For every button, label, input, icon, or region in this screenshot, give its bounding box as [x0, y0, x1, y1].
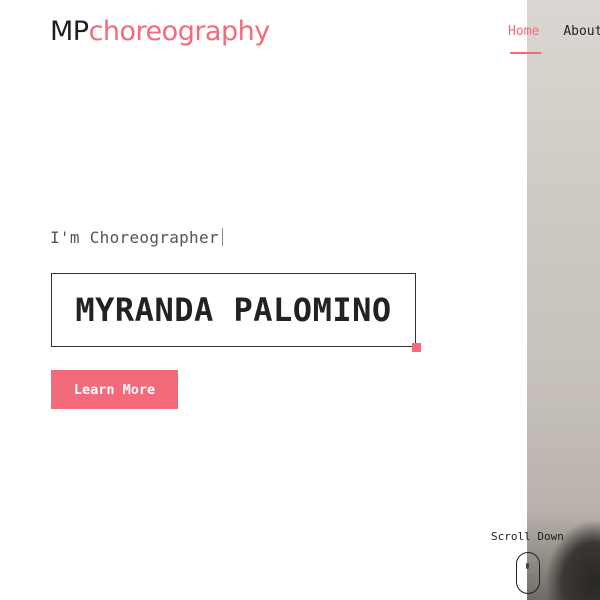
hero-name: MYRANDA PALOMINO — [75, 291, 392, 329]
hero-photo — [527, 0, 600, 600]
learn-more-button[interactable]: Learn More — [51, 370, 178, 409]
typing-caret — [221, 228, 223, 246]
nav-item-home[interactable]: Home — [508, 24, 542, 54]
mouse-wheel — [526, 563, 529, 569]
scroll-down-label[interactable]: Scroll Down — [491, 530, 564, 543]
mouse-icon[interactable] — [516, 552, 540, 594]
main-nav: Home About — [508, 24, 600, 54]
logo-word: choreography — [88, 16, 271, 47]
hero-name-box: MYRANDA PALOMINO — [51, 273, 416, 347]
name-box-corner-accent — [412, 343, 421, 352]
nav-item-about[interactable]: About — [563, 24, 600, 39]
hero-tagline: I'm Choreographer — [50, 228, 223, 247]
logo-initials: MP — [50, 16, 89, 47]
site-logo[interactable]: MPchoreography — [50, 14, 270, 50]
tagline-text: I'm Choreographer — [50, 228, 219, 247]
